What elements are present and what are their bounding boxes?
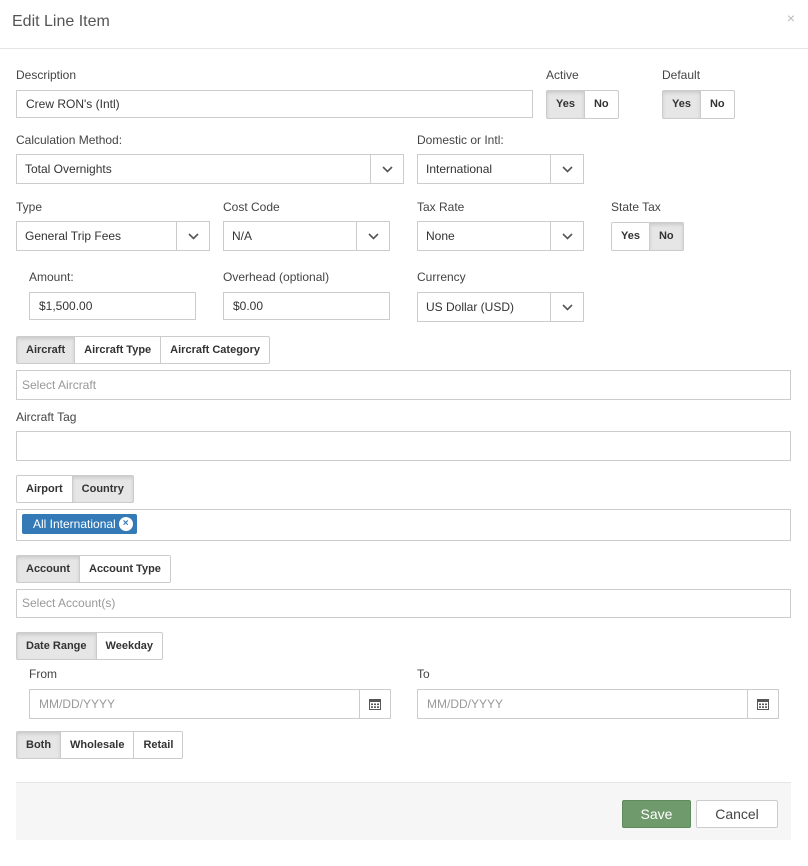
tab-airport[interactable]: Airport — [16, 475, 73, 503]
active-no-button[interactable]: No — [583, 90, 619, 119]
tab-both[interactable]: Both — [16, 731, 62, 759]
close-icon[interactable]: × — [787, 10, 795, 26]
overhead-input[interactable]: $0.00 — [223, 292, 390, 320]
location-filter-tabs: Airport Country — [16, 475, 134, 503]
cost-code-value: N/A — [232, 229, 253, 243]
default-label: Default — [662, 68, 701, 82]
default-yes-button[interactable]: Yes — [662, 90, 701, 119]
chevron-down-icon — [550, 222, 583, 250]
account-select[interactable]: Select Account(s) — [16, 589, 791, 618]
active-toggle: Yes No — [546, 90, 619, 119]
date-filter-tabs: Date Range Weekday — [16, 632, 164, 660]
amount-label: Amount: — [29, 270, 74, 284]
tax-rate-select[interactable]: None — [417, 221, 584, 251]
to-label: To — [417, 667, 430, 681]
description-input[interactable]: Crew RON's (Intl) — [16, 90, 533, 118]
remove-tag-icon[interactable]: × — [118, 517, 133, 531]
overhead-label: Overhead (optional) — [223, 270, 330, 284]
cost-code-label: Cost Code — [223, 200, 280, 214]
sale-type-tabs: Both Wholesale Retail — [16, 731, 184, 759]
calculation-method-value: Total Overnights — [25, 162, 112, 176]
tab-aircraft-type[interactable]: Aircraft Type — [74, 336, 162, 364]
calculation-method-select[interactable]: Total Overnights — [16, 154, 404, 184]
type-label: Type — [16, 200, 43, 214]
country-tag-label: All International — [33, 517, 116, 531]
state-tax-label: State Tax — [611, 200, 661, 214]
calendar-icon[interactable] — [747, 689, 779, 719]
account-filter-tabs: Account Account Type — [16, 555, 171, 583]
from-label: From — [29, 667, 57, 681]
modal-header: Edit Line Item × — [0, 0, 808, 49]
chevron-down-icon — [550, 155, 583, 183]
country-tag: All International × — [22, 514, 137, 534]
tab-country[interactable]: Country — [71, 475, 134, 503]
tab-aircraft-category[interactable]: Aircraft Category — [160, 336, 271, 364]
currency-label: Currency — [417, 270, 466, 284]
save-button[interactable]: Save — [622, 800, 691, 828]
default-toggle: Yes No — [662, 90, 735, 119]
tab-account[interactable]: Account — [16, 555, 80, 583]
tax-rate-label: Tax Rate — [417, 200, 465, 214]
cost-code-select[interactable]: N/A — [223, 221, 390, 251]
chevron-down-icon — [176, 222, 209, 250]
aircraft-select[interactable]: Select Aircraft — [16, 370, 791, 400]
tab-retail[interactable]: Retail — [133, 731, 184, 759]
tab-wholesale[interactable]: Wholesale — [60, 731, 135, 759]
tab-weekday[interactable]: Weekday — [95, 632, 164, 660]
calculation-method-label: Calculation Method: — [16, 133, 123, 147]
default-no-button[interactable]: No — [699, 90, 735, 119]
calendar-icon[interactable] — [359, 689, 391, 719]
state-tax-no-button[interactable]: No — [648, 222, 684, 251]
cancel-button[interactable]: Cancel — [696, 800, 778, 828]
state-tax-toggle: Yes No — [611, 222, 684, 251]
tab-date-range[interactable]: Date Range — [16, 632, 97, 660]
type-select[interactable]: General Trip Fees — [16, 221, 210, 251]
aircraft-tag-input[interactable] — [16, 431, 791, 461]
from-date-input[interactable]: MM/DD/YYYY — [29, 689, 361, 719]
tax-rate-value: None — [426, 229, 455, 243]
type-value: General Trip Fees — [25, 229, 122, 243]
aircraft-filter-tabs: Aircraft Aircraft Type Aircraft Category — [16, 336, 271, 364]
amount-input[interactable]: $1,500.00 — [29, 292, 196, 320]
domestic-intl-select[interactable]: International — [417, 154, 584, 184]
description-label: Description — [16, 68, 77, 82]
domestic-intl-value: International — [426, 162, 493, 176]
currency-select[interactable]: US Dollar (USD) — [417, 292, 584, 322]
chevron-down-icon — [356, 222, 389, 250]
aircraft-tag-label: Aircraft Tag — [16, 410, 77, 424]
to-date-input[interactable]: MM/DD/YYYY — [417, 689, 749, 719]
domestic-intl-label: Domestic or Intl: — [417, 133, 504, 147]
modal-title: Edit Line Item — [12, 13, 110, 30]
tab-aircraft[interactable]: Aircraft — [16, 336, 76, 364]
active-yes-button[interactable]: Yes — [546, 90, 585, 119]
currency-value: US Dollar (USD) — [426, 300, 515, 314]
chevron-down-icon — [370, 155, 403, 183]
state-tax-yes-button[interactable]: Yes — [611, 222, 650, 251]
chevron-down-icon — [550, 293, 583, 321]
tab-account-type[interactable]: Account Type — [79, 555, 171, 583]
active-label: Active — [546, 68, 579, 82]
